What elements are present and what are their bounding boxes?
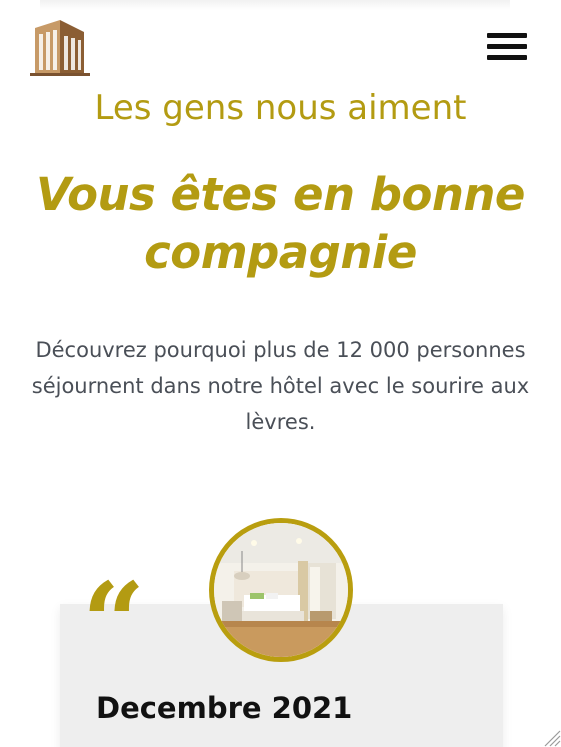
section-headline: Vous êtes en bonne compagnie bbox=[36, 168, 525, 279]
page: Les gens nous aiment Vous êtes en bonne … bbox=[0, 0, 561, 747]
building-logo-icon[interactable] bbox=[30, 18, 90, 78]
hamburger-menu-icon[interactable] bbox=[484, 28, 530, 68]
hotel-room-photo bbox=[209, 518, 353, 662]
header-shadow bbox=[40, 0, 510, 10]
resize-handle-icon[interactable] bbox=[541, 727, 561, 747]
section-eyebrow: Les gens nous aiment bbox=[94, 88, 467, 128]
testimonial-date: Decembre 2021 bbox=[96, 691, 353, 725]
quote-mark-icon: “ bbox=[82, 558, 146, 687]
section-intro: Découvrez pourquoi plus de 12 000 person… bbox=[31, 338, 530, 434]
